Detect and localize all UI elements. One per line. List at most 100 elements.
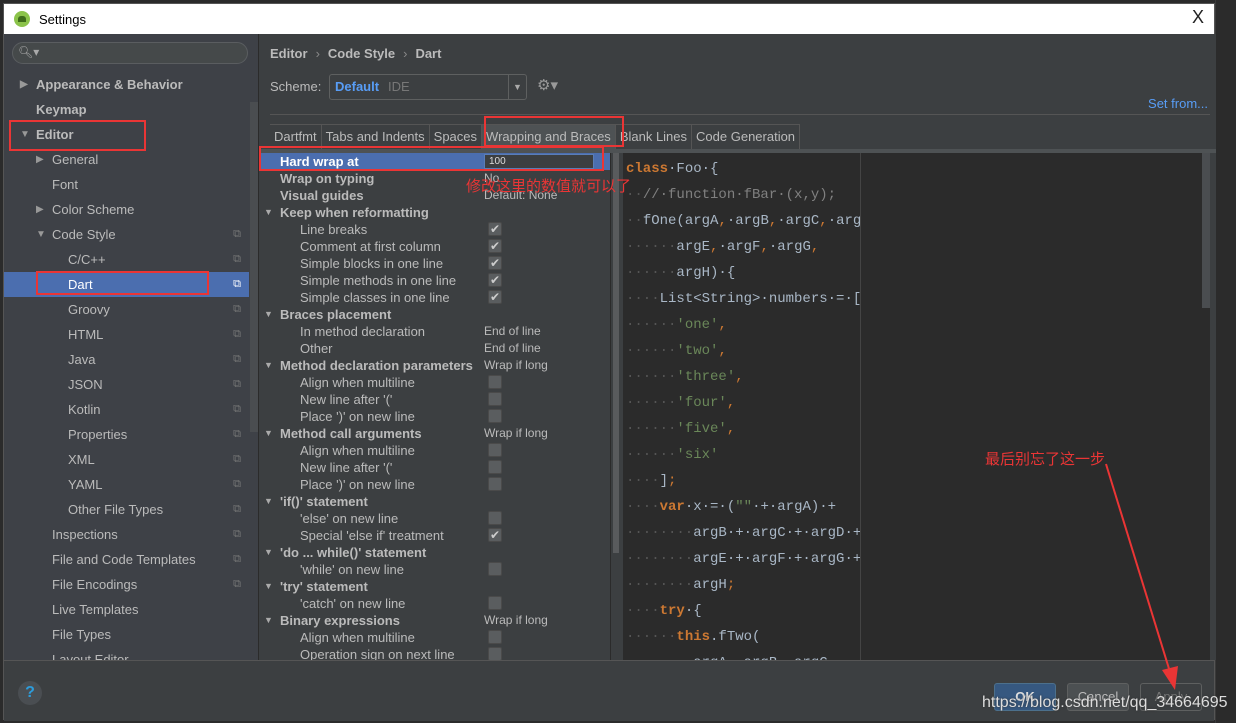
tab-dartfmt[interactable]: Dartfmt xyxy=(270,125,322,149)
options-scrollbar-thumb[interactable] xyxy=(613,153,619,553)
option-row[interactable]: ▼ Braces placement xyxy=(260,306,610,323)
option-label: 'do ... while()' statement xyxy=(280,545,427,560)
chevron-down-icon[interactable]: ▼ xyxy=(264,204,273,221)
sidebar-item-appearance-behavior[interactable]: ▶ Appearance & Behavior xyxy=(4,72,249,97)
sidebar-item-color-scheme[interactable]: ▶ Color Scheme xyxy=(4,197,249,222)
option-checkbox[interactable] xyxy=(488,596,502,610)
option-row[interactable]: ▼ Method call arguments Wrap if long xyxy=(260,425,610,442)
tab-tabs-and-indents[interactable]: Tabs and Indents xyxy=(322,125,430,149)
option-value-select[interactable]: Wrap if long xyxy=(484,357,548,374)
sidebar-item-layout-editor[interactable]: Layout Editor xyxy=(4,647,249,660)
chevron-down-icon[interactable]: ▼ xyxy=(264,357,273,374)
option-checkbox[interactable] xyxy=(488,409,502,423)
option-checkbox[interactable]: ✔ xyxy=(488,290,502,304)
option-value-select[interactable]: Wrap if long xyxy=(484,612,548,629)
option-value-select[interactable]: End of line xyxy=(484,340,541,357)
option-value-select[interactable]: Wrap if long xyxy=(484,425,548,442)
sidebar-item-json[interactable]: JSON ⧉ xyxy=(4,372,249,397)
tab-spaces[interactable]: Spaces xyxy=(430,125,483,149)
help-icon[interactable]: ? xyxy=(18,681,42,705)
option-checkbox[interactable]: ✔ xyxy=(488,256,502,270)
chevron-right-icon[interactable]: ▶ xyxy=(36,197,44,222)
option-checkbox[interactable] xyxy=(488,562,502,576)
set-from-link[interactable]: Set from... xyxy=(1148,96,1208,111)
sidebar-item-general[interactable]: ▶ General xyxy=(4,147,249,172)
close-icon[interactable]: X xyxy=(1192,7,1204,28)
chevron-down-icon[interactable]: ▼ xyxy=(508,75,526,99)
sidebar-scrollbar[interactable] xyxy=(250,102,258,432)
sidebar-item-other-file-types[interactable]: Other File Types ⧉ xyxy=(4,497,249,522)
option-row[interactable]: ▼ Keep when reformatting xyxy=(260,204,610,221)
chevron-down-icon[interactable]: ▼ xyxy=(264,306,273,323)
options-scrollbar[interactable] xyxy=(610,153,620,660)
chevron-down-icon[interactable]: ▼ xyxy=(264,544,273,561)
option-row[interactable]: ▼ Method declaration parameters Wrap if lo… xyxy=(260,357,610,374)
option-checkbox[interactable] xyxy=(488,630,502,644)
option-label: Simple classes in one line xyxy=(300,290,450,305)
code-token: ·Foo·{ xyxy=(668,161,719,177)
chevron-down-icon[interactable]: ▼ xyxy=(264,493,273,510)
option-checkbox[interactable] xyxy=(488,375,502,389)
option-checkbox[interactable] xyxy=(488,460,502,474)
option-row[interactable]: ▼ Binary expressions Wrap if long xyxy=(260,612,610,629)
sidebar-item-file-types[interactable]: File Types xyxy=(4,622,249,647)
tab-blank-lines[interactable]: Blank Lines xyxy=(616,125,693,149)
option-checkbox[interactable] xyxy=(488,443,502,457)
sidebar-item-file-encodings[interactable]: File Encodings ⧉ xyxy=(4,572,249,597)
sidebar-item-xml[interactable]: XML ⧉ xyxy=(4,447,249,472)
sidebar-item-c-c[interactable]: C/C++ ⧉ xyxy=(4,247,249,272)
code-token: ; xyxy=(668,473,677,489)
search-input[interactable]: 🔍︎▾ xyxy=(12,42,248,64)
project-scope-icon: ⧉ xyxy=(233,528,241,540)
sidebar-item-editor[interactable]: ▼ Editor xyxy=(4,122,249,147)
option-checkbox[interactable]: ✔ xyxy=(488,528,502,542)
option-label: Align when multiline xyxy=(300,443,415,458)
chevron-down-icon[interactable]: ▼ xyxy=(264,578,273,595)
sidebar-item-kotlin[interactable]: Kotlin ⧉ xyxy=(4,397,249,422)
code-line: ····List<String>·numbers·=·[ xyxy=(626,286,860,312)
option-checkbox[interactable] xyxy=(488,477,502,491)
option-label: Place ')' on new line xyxy=(300,477,415,492)
option-row[interactable]: ▼ 'do ... while()' statement xyxy=(260,544,610,561)
option-checkbox[interactable] xyxy=(488,647,502,660)
chevron-down-icon[interactable]: ▼ xyxy=(264,612,273,629)
scheme-sub: IDE xyxy=(388,79,410,94)
sidebar-item-groovy[interactable]: Groovy ⧉ xyxy=(4,297,249,322)
hard-wrap-input[interactable]: 100 xyxy=(484,154,594,169)
chevron-down-icon[interactable]: ▼ xyxy=(264,425,273,442)
sidebar-item-yaml[interactable]: YAML ⧉ xyxy=(4,472,249,497)
sidebar-item-java[interactable]: Java ⧉ xyxy=(4,347,249,372)
sidebar-item-keymap[interactable]: Keymap xyxy=(4,97,249,122)
option-checkbox[interactable] xyxy=(488,392,502,406)
option-checkbox[interactable] xyxy=(488,511,502,525)
option-label: Comment at first column xyxy=(300,239,441,254)
sidebar-item-properties[interactable]: Properties ⧉ xyxy=(4,422,249,447)
option-checkbox[interactable]: ✔ xyxy=(488,273,502,287)
sidebar-item-code-style[interactable]: ▼ Code Style ⧉ xyxy=(4,222,249,247)
option-label: 'if()' statement xyxy=(280,494,368,509)
preview-scrollbar[interactable] xyxy=(1202,153,1210,308)
breadcrumb: Editor › Code Style › Dart xyxy=(270,46,441,61)
sidebar-item-inspections[interactable]: Inspections ⧉ xyxy=(4,522,249,547)
option-checkbox[interactable]: ✔ xyxy=(488,239,502,253)
chevron-right-icon[interactable]: ▶ xyxy=(36,147,44,172)
option-row[interactable]: ▼ 'if()' statement xyxy=(260,493,610,510)
sidebar-item-font[interactable]: Font xyxy=(4,172,249,197)
project-scope-icon: ⧉ xyxy=(233,228,241,240)
tab-wrapping-and-braces[interactable]: Wrapping and Braces xyxy=(482,125,616,149)
option-row[interactable]: ▼ 'try' statement xyxy=(260,578,610,595)
chevron-down-icon[interactable]: ▼ xyxy=(20,122,30,147)
gear-icon[interactable]: ⚙▾ xyxy=(537,76,558,94)
sidebar-item-html[interactable]: HTML ⧉ xyxy=(4,322,249,347)
sidebar-item-file-and-code-templates[interactable]: File and Code Templates ⧉ xyxy=(4,547,249,572)
option-value-select[interactable]: End of line xyxy=(484,323,541,340)
chevron-right-icon[interactable]: ▶ xyxy=(20,72,28,97)
sidebar-item-dart[interactable]: Dart ⧉ xyxy=(4,272,249,297)
option-checkbox[interactable]: ✔ xyxy=(488,222,502,236)
tab-code-generation[interactable]: Code Generation xyxy=(692,125,801,149)
scheme-select[interactable]: Default IDE ▼ xyxy=(329,74,527,100)
code-token: 'one' xyxy=(676,317,719,333)
chevron-down-icon[interactable]: ▼ xyxy=(36,222,46,247)
sidebar-item-live-templates[interactable]: Live Templates xyxy=(4,597,249,622)
code-token: , xyxy=(726,421,736,437)
